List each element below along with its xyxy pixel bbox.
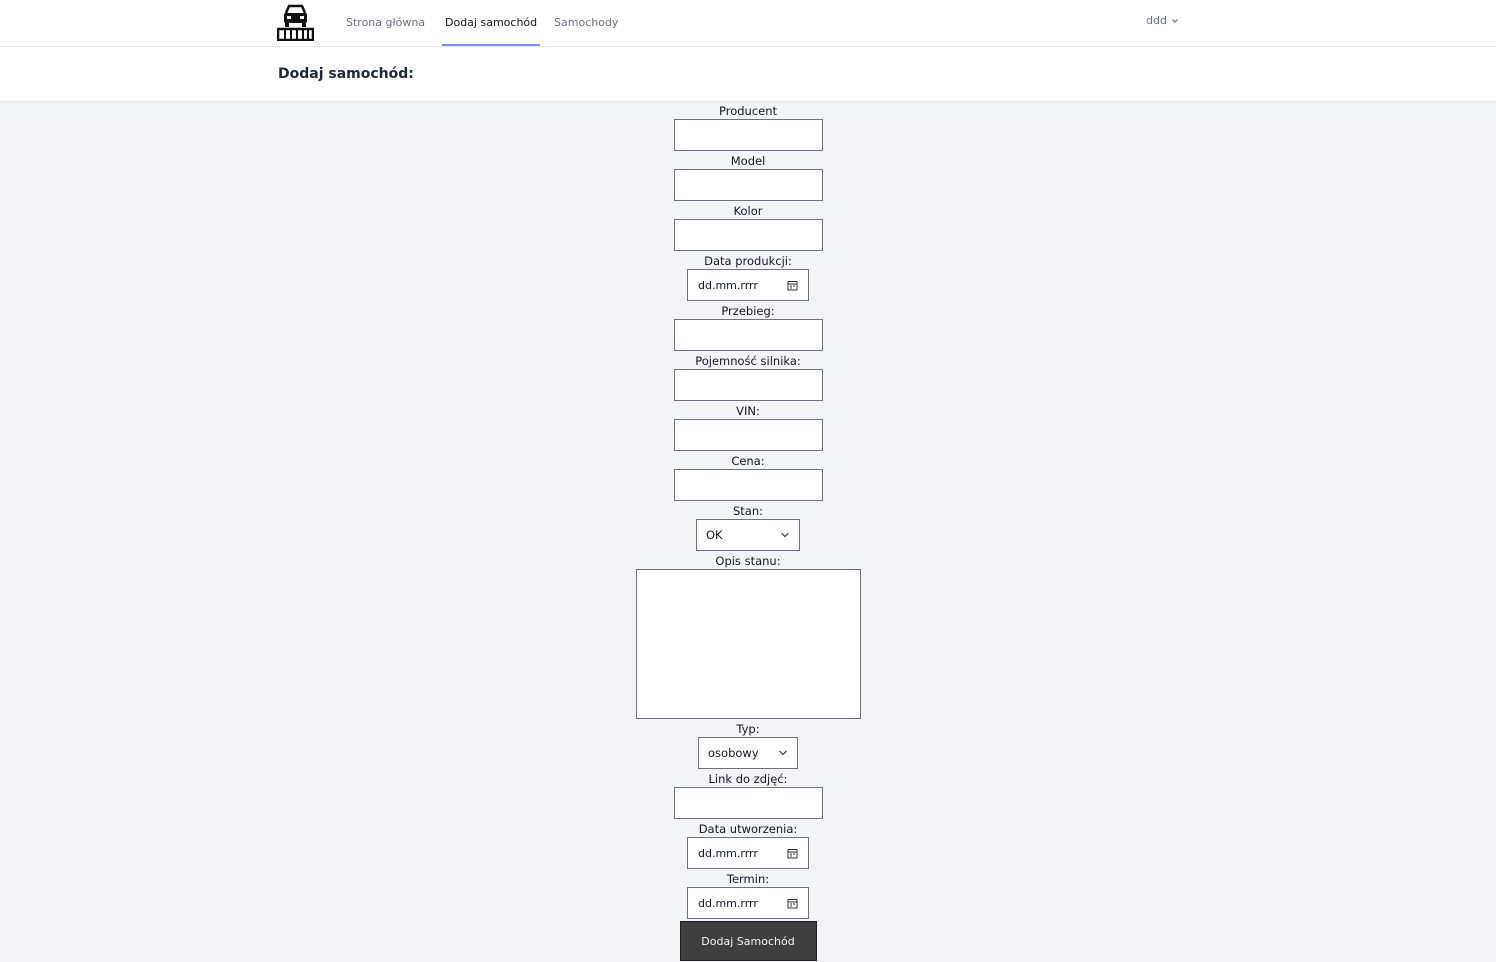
calendar-icon[interactable]	[787, 898, 798, 909]
termin-input[interactable]: dd.mm.rrrr	[687, 887, 809, 919]
page-title: Dodaj samochód:	[278, 66, 414, 82]
data-utworzenia-input[interactable]: dd.mm.rrrr	[687, 837, 809, 869]
data-produkcji-label: Data produkcji:	[704, 254, 792, 268]
cena-input[interactable]	[673, 469, 823, 501]
model-input[interactable]	[673, 169, 823, 201]
user-menu[interactable]: ddd	[1146, 14, 1179, 27]
data-utworzenia-value: dd.mm.rrrr	[698, 846, 758, 860]
data-utworzenia-label: Data utworzenia:	[698, 822, 798, 836]
typ-label: Typ:	[736, 722, 760, 736]
producent-label: Producent	[718, 104, 778, 118]
pojemnosc-input[interactable]	[673, 369, 823, 401]
nav-link-add-car[interactable]: Dodaj samochód	[442, 0, 541, 46]
termin-value: dd.mm.rrrr	[698, 896, 758, 910]
data-produkcji-value: dd.mm.rrrr	[698, 278, 758, 292]
chevron-down-icon	[778, 749, 788, 757]
producent-input[interactable]	[673, 119, 823, 151]
opis-label: Opis stanu:	[715, 554, 781, 568]
calendar-icon[interactable]	[787, 280, 798, 291]
stan-value: OK	[706, 528, 723, 542]
top-navbar: Strona główna Dodaj samochód Samochody d…	[0, 0, 1496, 47]
przebieg-label: Przebieg:	[721, 304, 775, 318]
kolor-label: Kolor	[733, 204, 763, 218]
chevron-down-icon	[780, 531, 790, 539]
model-label: Model	[730, 154, 766, 168]
typ-select[interactable]: osobowy	[698, 737, 798, 769]
nav-link-cars[interactable]: Samochody	[554, 0, 618, 46]
cena-label: Cena:	[731, 454, 765, 468]
vin-input[interactable]	[673, 419, 823, 451]
przebieg-input[interactable]	[673, 319, 823, 351]
user-name: ddd	[1146, 14, 1167, 27]
pojemnosc-label: Pojemność silnika:	[695, 354, 801, 368]
stan-select[interactable]: OK	[696, 519, 800, 551]
link-label: Link do zdjęć:	[708, 772, 788, 786]
vin-label: VIN:	[736, 404, 760, 418]
typ-value: osobowy	[708, 746, 759, 760]
calendar-icon[interactable]	[787, 848, 798, 859]
stan-label: Stan:	[732, 504, 764, 518]
car-logo-icon[interactable]	[277, 3, 314, 41]
add-car-form: Producent Model Kolor Data produkcji: dd…	[0, 103, 1496, 961]
kolor-input[interactable]	[673, 219, 823, 251]
nav-link-home[interactable]: Strona główna	[346, 0, 425, 46]
data-produkcji-input[interactable]: dd.mm.rrrr	[687, 269, 809, 301]
submit-button[interactable]: Dodaj Samochód	[679, 921, 817, 961]
chevron-down-icon	[1171, 17, 1179, 25]
page-header: Dodaj samochód:	[0, 47, 1496, 101]
termin-label: Termin:	[726, 872, 770, 886]
opis-textarea[interactable]	[635, 569, 861, 719]
link-input[interactable]	[673, 787, 823, 819]
